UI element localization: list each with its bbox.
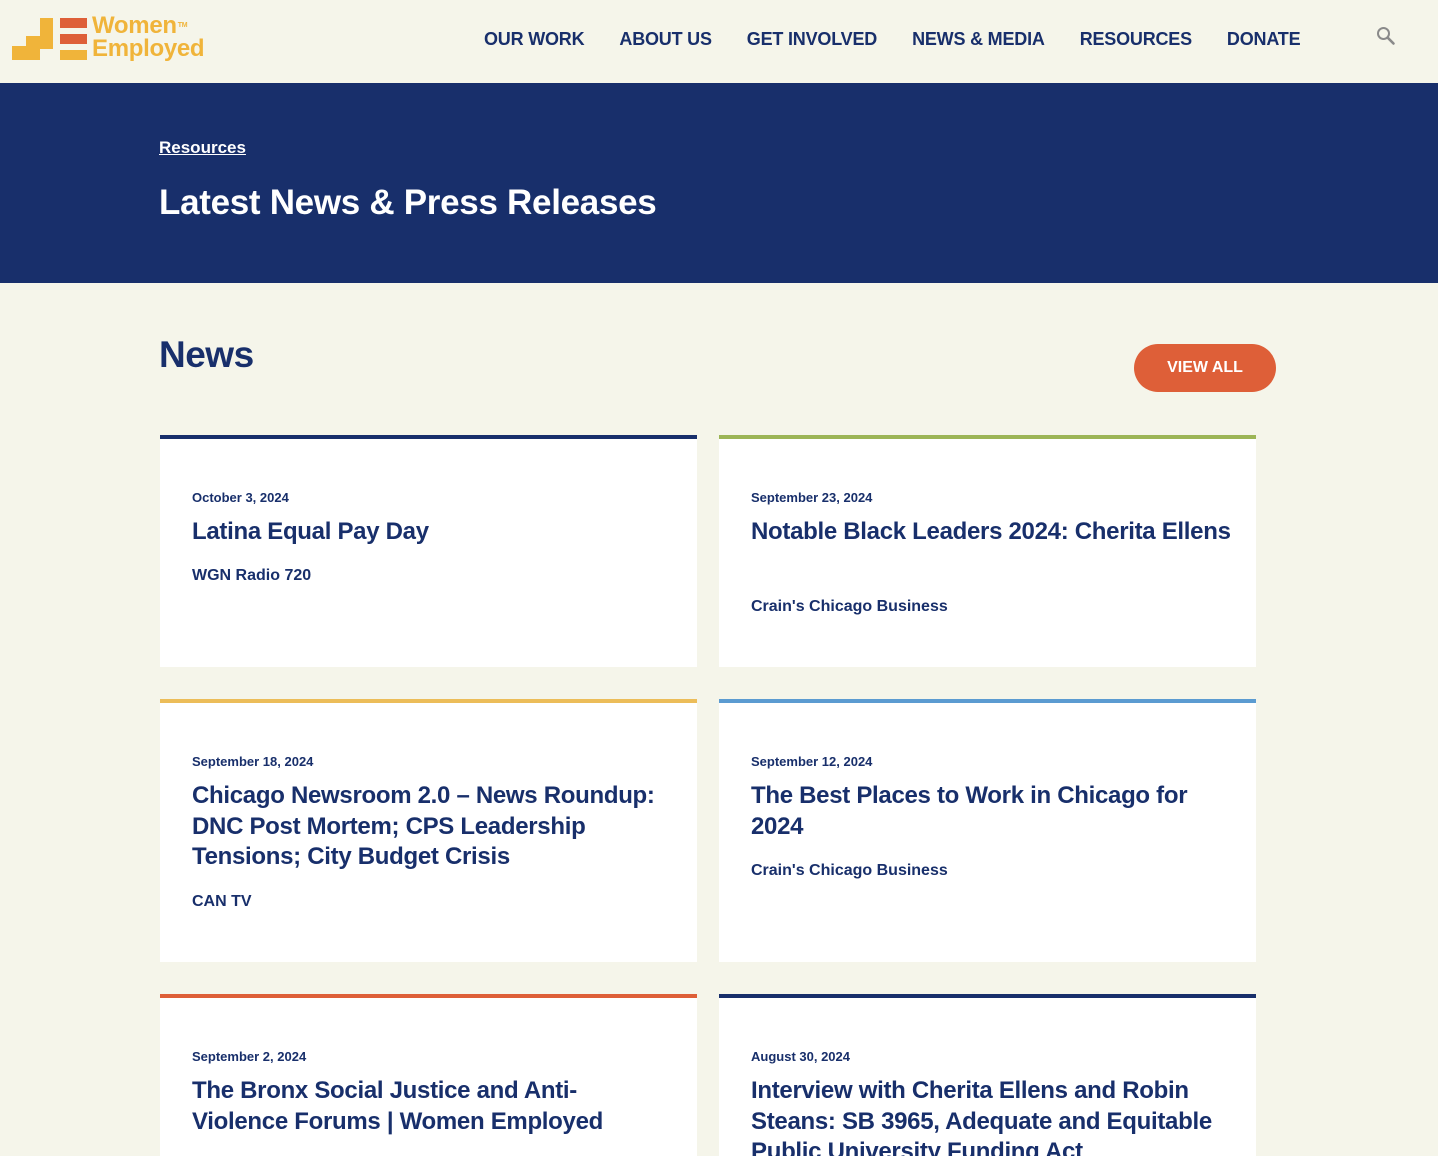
card-source: Crain's Chicago Business: [751, 862, 948, 879]
women-employed-logo[interactable]: WomenTM Employed: [12, 14, 222, 66]
card-title[interactable]: The Bronx Social Justice and Anti-Violen…: [192, 1076, 672, 1137]
news-card[interactable]: September 23, 2024 Notable Black Leaders…: [719, 435, 1256, 667]
nav-get-involved[interactable]: GET INVOLVED: [747, 29, 877, 53]
breadcrumb-resources[interactable]: Resources: [159, 138, 246, 158]
page-title: Latest News & Press Releases: [159, 183, 657, 222]
nav-donate[interactable]: DONATE: [1227, 29, 1301, 53]
news-card[interactable]: October 3, 2024 Latina Equal Pay Day WGN…: [160, 435, 697, 667]
news-card[interactable]: September 12, 2024 The Best Places to Wo…: [719, 699, 1256, 962]
nav-our-work[interactable]: OUR WORK: [484, 29, 585, 53]
hero-banner: Resources Latest News & Press Releases: [0, 83, 1438, 283]
nav-news-media[interactable]: NEWS & MEDIA: [912, 29, 1045, 53]
card-date: August 30, 2024: [751, 1049, 850, 1064]
card-title[interactable]: Latina Equal Pay Day: [192, 517, 672, 548]
search-icon: [1377, 27, 1395, 45]
logo-line2: Employed: [92, 35, 205, 62]
card-source: CAN TV: [192, 893, 252, 910]
card-title[interactable]: The Best Places to Work in Chicago for 2…: [751, 781, 1231, 842]
card-title[interactable]: Chicago Newsroom 2.0 – News Roundup: DNC…: [192, 781, 672, 873]
search-button[interactable]: [1375, 25, 1397, 47]
main-nav: OUR WORK ABOUT US GET INVOLVED NEWS & ME…: [484, 29, 1335, 53]
card-date: September 12, 2024: [751, 754, 873, 769]
card-title[interactable]: Notable Black Leaders 2024: Cherita Elle…: [751, 517, 1231, 548]
news-card[interactable]: September 2, 2024 The Bronx Social Justi…: [160, 994, 697, 1156]
nav-resources[interactable]: RESOURCES: [1080, 29, 1192, 53]
site-header: WomenTM Employed OUR WORK ABOUT US GET I…: [0, 0, 1438, 83]
logo-mark-icon: [12, 18, 87, 60]
news-card[interactable]: September 18, 2024 Chicago Newsroom 2.0 …: [160, 699, 697, 962]
news-card[interactable]: August 30, 2024 Interview with Cherita E…: [719, 994, 1256, 1156]
nav-about-us[interactable]: ABOUT US: [619, 29, 712, 53]
view-all-button[interactable]: VIEW ALL: [1134, 344, 1276, 392]
logo-trademark: TM: [177, 22, 188, 29]
card-date: September 18, 2024: [192, 754, 314, 769]
card-source: Crain's Chicago Business: [751, 598, 948, 615]
news-section-title: News: [159, 334, 254, 375]
logo-wordmark: WomenTM Employed: [92, 14, 205, 62]
card-date: September 2, 2024: [192, 1049, 307, 1064]
card-source: WGN Radio 720: [192, 567, 312, 584]
card-title[interactable]: Interview with Cherita Ellens and Robin …: [751, 1076, 1231, 1156]
card-date: September 23, 2024: [751, 490, 873, 505]
card-date: October 3, 2024: [192, 490, 289, 505]
